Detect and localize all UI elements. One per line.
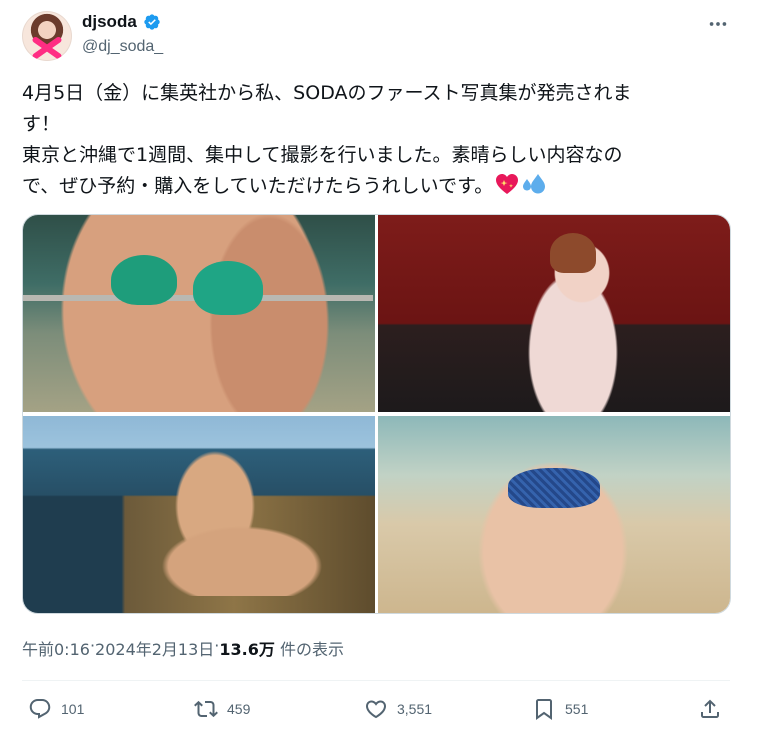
post-date[interactable]: 2024年2月13日 [95,636,214,660]
avatar[interactable] [22,11,72,61]
tweet-line: す！ [22,113,61,135]
photo-1[interactable] [23,215,375,412]
tweet-line-text: で、ぜひ予約・購入をしていただけたらうれしいです。 [22,175,494,197]
repost-count: 459 [227,701,251,717]
sweat-droplets-icon [521,173,547,205]
reply-button[interactable]: 101 [28,697,84,721]
tweet: djsoda @dj_soda_ 4月5日（金）に集英社から私、SODAのファー… [0,0,760,737]
author-handle[interactable]: @dj_soda_ [82,38,163,56]
reply-count: 101 [61,701,85,717]
sparkling-heart-icon [495,173,519,205]
more-horizontal-icon [709,22,727,26]
post-time[interactable]: 午前0:16 [22,636,90,660]
author-name-line: djsoda [82,12,161,32]
bookmark-icon [536,699,552,720]
tweet-line: で、ぜひ予約・購入をしていただけたらうれしいです。 [22,171,722,205]
repost-icon [194,700,218,718]
photo-detail [508,468,600,508]
tweet-text: 4月5日（金）に集英社から私、SODAのファースト写真集が発売されま す！ 東京… [22,78,722,205]
share-icon [701,699,719,718]
repost-button[interactable]: 459 [194,697,250,721]
photo-detail [143,446,323,596]
bookmark-count: 551 [565,701,589,717]
heart-icon [365,700,387,719]
tweet-line: 東京と沖縄で1週間、集中して撮影を行いました。素晴らしい内容なの [22,140,722,171]
share-button[interactable] [698,697,722,721]
action-bar: 101 459 3,551 551 [22,697,730,731]
photo-3[interactable] [23,416,375,613]
photo-2[interactable] [378,215,730,412]
more-options-button[interactable] [704,12,732,36]
view-count[interactable]: 13.6万 [219,636,274,660]
like-button[interactable]: 3,551 [364,697,432,721]
tweet-line: 4月5日（金）に集英社から私、SODAのファースト写真集が発売されま [22,82,632,104]
reply-icon [29,699,51,719]
photo-detail [550,233,596,273]
like-count: 3,551 [397,701,433,717]
photo-detail [193,261,263,315]
display-name[interactable]: djsoda [82,12,137,32]
photo-4[interactable] [378,416,730,613]
views-label[interactable]: 件の表示 [280,636,344,660]
tweet-meta: 午前0:16 · 2024年2月13日 · 13.6万 件の表示 [22,636,344,660]
divider [22,680,730,681]
verified-badge-icon[interactable] [143,13,161,31]
media-grid [22,214,731,614]
photo-detail [111,255,177,305]
tweet-line-text: 東京と沖縄で1週間、集中して撮影を行いました。素晴らしい内容なの [22,144,623,166]
photo-detail [478,436,628,613]
bookmark-button[interactable]: 551 [532,697,588,721]
